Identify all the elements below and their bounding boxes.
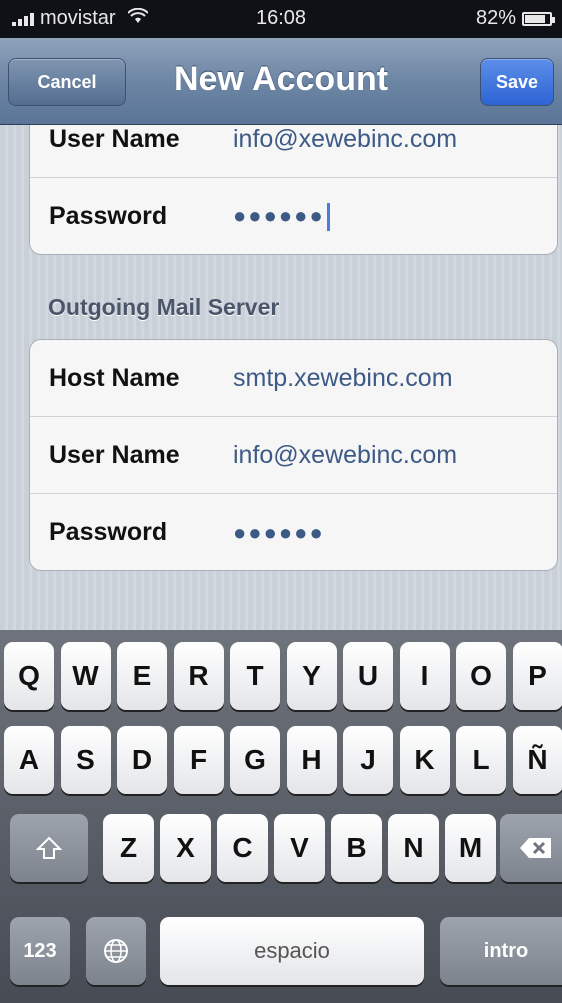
- key-e[interactable]: E: [117, 642, 167, 710]
- shift-key[interactable]: [10, 814, 88, 882]
- key-y[interactable]: Y: [286, 642, 337, 710]
- outgoing-password-row[interactable]: Password ●●●●●●: [30, 493, 557, 570]
- key-w[interactable]: W: [60, 642, 111, 710]
- key-v[interactable]: V: [274, 814, 325, 882]
- key-n[interactable]: N: [388, 814, 439, 882]
- key-t[interactable]: T: [230, 642, 280, 710]
- key-l[interactable]: L: [456, 726, 506, 794]
- key-z[interactable]: Z: [103, 814, 154, 882]
- key-j[interactable]: J: [343, 726, 393, 794]
- outgoing-username-label: User Name: [49, 440, 180, 469]
- account-form[interactable]: User Name info@xewebinc.com Password ●●●…: [0, 125, 562, 630]
- key-b[interactable]: B: [331, 814, 382, 882]
- key-m[interactable]: M: [445, 814, 496, 882]
- shift-icon: [35, 836, 63, 859]
- key-c[interactable]: C: [217, 814, 268, 882]
- outgoing-password-label: Password: [49, 517, 168, 546]
- key-q[interactable]: Q: [4, 642, 54, 710]
- outgoing-hostname-row[interactable]: Host Name smtp.xewebinc.com: [30, 340, 557, 416]
- battery-percent: 82%: [475, 7, 516, 29]
- outgoing-password-field[interactable]: ●●●●●●: [233, 518, 325, 547]
- incoming-username-label: User Name: [49, 125, 180, 153]
- delete-icon: [520, 838, 551, 858]
- key-ñ[interactable]: Ñ: [512, 726, 562, 794]
- key-f[interactable]: F: [173, 726, 224, 794]
- key-d[interactable]: D: [117, 726, 167, 794]
- key-a[interactable]: A: [4, 726, 54, 794]
- status-bar: movistar 16:08 82%: [0, 0, 562, 38]
- key-i[interactable]: I: [399, 642, 450, 710]
- save-button[interactable]: Save: [480, 58, 554, 106]
- incoming-password-value: ●●●●●●: [233, 203, 325, 229]
- battery-indicator: 82%: [475, 7, 555, 30]
- space-key[interactable]: espacio: [160, 917, 424, 985]
- incoming-server-group: User Name info@xewebinc.com Password ●●●…: [29, 125, 558, 255]
- outgoing-server-header: Outgoing Mail Server: [48, 294, 280, 320]
- key-x[interactable]: X: [160, 814, 211, 882]
- return-key[interactable]: intro: [440, 917, 562, 985]
- battery-icon: [522, 11, 555, 26]
- outgoing-hostname-label: Host Name: [49, 363, 180, 392]
- numbers-key[interactable]: 123: [10, 917, 70, 985]
- delete-key[interactable]: [500, 814, 562, 882]
- onscreen-keyboard: 123 espacio intro QWERTYUIOP ASDFGHJKLÑ ZX…: [0, 630, 562, 1003]
- outgoing-hostname-field[interactable]: smtp.xewebinc.com: [233, 364, 453, 393]
- incoming-password-label: Password: [49, 201, 168, 230]
- incoming-password-row[interactable]: Password ●●●●●●: [30, 177, 557, 254]
- page-title: New Account: [173, 60, 389, 98]
- key-k[interactable]: K: [399, 726, 450, 794]
- key-u[interactable]: U: [343, 642, 393, 710]
- outgoing-username-row[interactable]: User Name info@xewebinc.com: [30, 416, 557, 493]
- key-h[interactable]: H: [286, 726, 337, 794]
- globe-icon: [104, 939, 128, 963]
- incoming-username-field[interactable]: info@xewebinc.com: [233, 125, 457, 154]
- incoming-password-field[interactable]: ●●●●●●: [233, 201, 330, 231]
- key-s[interactable]: S: [60, 726, 111, 794]
- text-cursor: [326, 202, 330, 231]
- incoming-username-row[interactable]: User Name info@xewebinc.com: [30, 125, 557, 177]
- key-o[interactable]: O: [456, 642, 506, 710]
- navigation-bar: Cancel New Account Save: [0, 38, 562, 125]
- globe-key[interactable]: [86, 917, 146, 985]
- key-r[interactable]: R: [173, 642, 224, 710]
- outgoing-server-group: Host Name smtp.xewebinc.com User Name in…: [29, 339, 558, 571]
- key-g[interactable]: G: [230, 726, 280, 794]
- key-p[interactable]: P: [512, 642, 562, 710]
- outgoing-username-field[interactable]: info@xewebinc.com: [233, 441, 457, 470]
- outgoing-password-value: ●●●●●●: [233, 519, 325, 545]
